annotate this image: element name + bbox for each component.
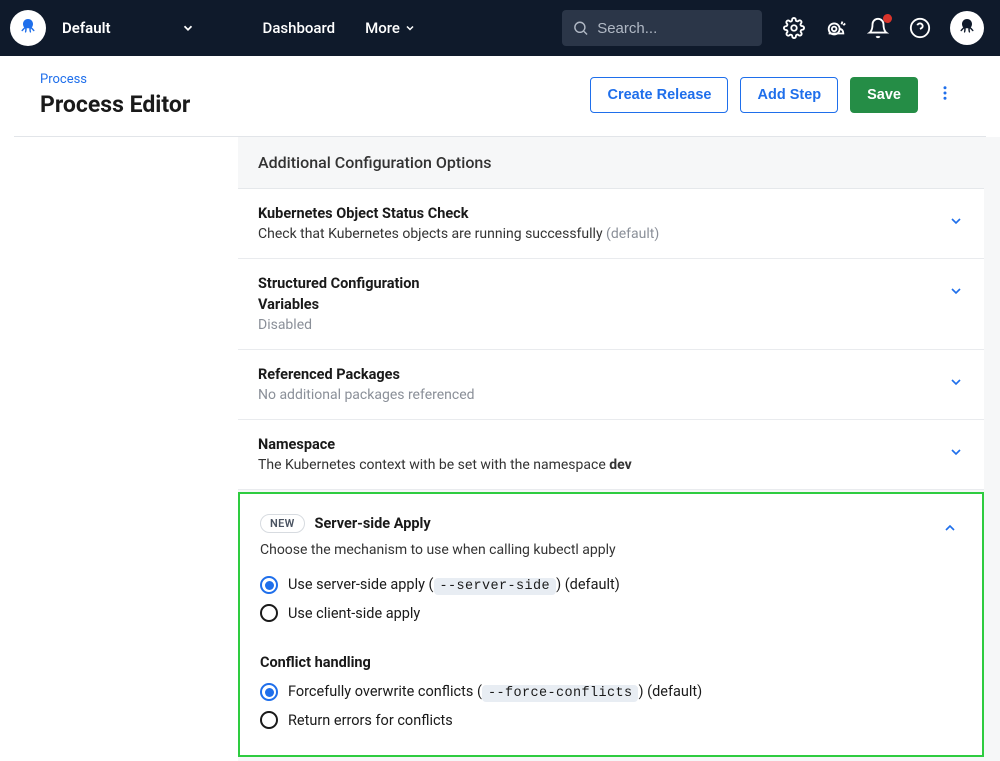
apply-mode-group: Use server-side apply (--server-side) (d…	[240, 576, 982, 648]
chevron-down-icon	[404, 22, 416, 34]
save-button[interactable]: Save	[850, 77, 918, 113]
radio-server-side[interactable]: Use server-side apply (--server-side) (d…	[260, 576, 962, 594]
chevron-down-icon	[948, 374, 964, 390]
snail-button[interactable]	[824, 16, 848, 40]
page-header: Process Process Editor Create Release Ad…	[14, 56, 986, 137]
panel-title: Server-side Apply	[315, 515, 431, 532]
top-icons	[782, 11, 990, 45]
panel-k8s-status[interactable]: Kubernetes Object Status Check Check tha…	[238, 189, 984, 259]
panel-title: Structured Configuration	[258, 275, 948, 292]
chevron-down-icon	[181, 21, 195, 35]
search-input[interactable]	[597, 20, 752, 37]
panel-title-line2: Variables	[258, 296, 948, 313]
panel-title: Referenced Packages	[258, 366, 948, 383]
gear-icon	[783, 17, 805, 39]
search-box[interactable]	[562, 10, 762, 46]
more-vertical-icon	[936, 84, 954, 102]
conflict-group: Forcefully overwrite conflicts (--force-…	[240, 683, 982, 755]
breadcrumb[interactable]: Process	[40, 72, 590, 87]
settings-button[interactable]	[782, 16, 806, 40]
top-bar: Default Dashboard More	[0, 0, 1000, 56]
radio-return-errors[interactable]: Return errors for conflicts	[260, 711, 962, 729]
chevron-up-icon[interactable]	[942, 520, 958, 536]
notification-badge	[883, 14, 892, 23]
panel-title: Kubernetes Object Status Check	[258, 205, 948, 222]
panel-structured-vars[interactable]: Structured Configuration Variables Disab…	[238, 259, 984, 350]
content: Additional Configuration Options Kuberne…	[0, 137, 1000, 761]
space-selector[interactable]: Default	[56, 19, 213, 37]
panel-desc: Check that Kubernetes objects are runnin…	[258, 226, 948, 242]
nav-links: Dashboard More	[263, 19, 416, 37]
radio-force-conflicts[interactable]: Forcefully overwrite conflicts (--force-…	[260, 683, 962, 701]
new-badge: NEW	[260, 514, 305, 533]
panel-ref-packages[interactable]: Referenced Packages No additional packag…	[238, 350, 984, 420]
panel-desc: The Kubernetes context with be set with …	[258, 457, 948, 473]
panel-title: Namespace	[258, 436, 948, 453]
radio-icon	[260, 711, 278, 729]
section-heading: Additional Configuration Options	[238, 137, 984, 189]
main-column: Additional Configuration Options Kuberne…	[238, 137, 1000, 761]
help-icon	[909, 17, 931, 39]
notifications-button[interactable]	[866, 16, 890, 40]
panel-server-side-apply: NEW Server-side Apply Choose the mechani…	[238, 492, 984, 757]
chevron-down-icon	[948, 444, 964, 460]
page-title: Process Editor	[40, 91, 590, 118]
search-icon	[572, 18, 589, 38]
app-logo[interactable]	[10, 10, 46, 46]
create-release-button[interactable]: Create Release	[590, 77, 728, 113]
radio-icon	[260, 683, 278, 701]
radio-icon	[260, 576, 278, 594]
space-name: Default	[62, 19, 111, 37]
panel-desc: No additional packages referenced	[258, 387, 948, 403]
avatar[interactable]	[950, 11, 984, 45]
add-step-button[interactable]: Add Step	[740, 77, 838, 113]
overflow-menu[interactable]	[930, 83, 960, 107]
snail-icon	[825, 17, 847, 39]
chevron-down-icon	[948, 283, 964, 299]
chevron-down-icon	[948, 213, 964, 229]
conflict-heading: Conflict handling	[240, 648, 982, 683]
panel-namespace[interactable]: Namespace The Kubernetes context with be…	[238, 420, 984, 490]
nav-more[interactable]: More	[365, 19, 416, 37]
radio-client-side[interactable]: Use client-side apply	[260, 604, 962, 622]
radio-icon	[260, 604, 278, 622]
panel-desc: Disabled	[258, 317, 948, 333]
help-button[interactable]	[908, 16, 932, 40]
sidebar	[0, 137, 238, 761]
nav-dashboard[interactable]: Dashboard	[263, 19, 336, 37]
panel-desc: Choose the mechanism to use when calling…	[240, 542, 982, 576]
